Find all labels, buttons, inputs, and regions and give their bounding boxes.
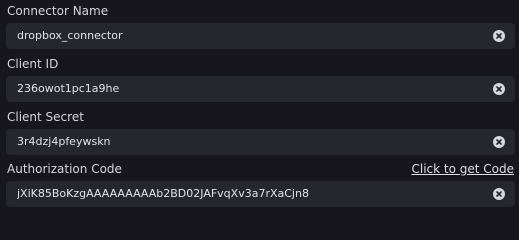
get-code-link[interactable]: Click to get Code bbox=[411, 162, 514, 176]
client-id-field[interactable]: 236owot1pc1a9he bbox=[6, 76, 515, 102]
clear-icon[interactable] bbox=[493, 188, 505, 200]
connector-name-field[interactable]: dropbox_connector bbox=[6, 23, 515, 49]
authorization-code-value: jXiK85BoKzgAAAAAAAAAb2BD02JAFvqXv3a7rXaC… bbox=[17, 187, 309, 200]
authorization-code-label: Authorization Code bbox=[7, 162, 122, 176]
client-secret-value: 3r4dzj4pfeywskn bbox=[17, 135, 111, 148]
clear-icon[interactable] bbox=[493, 136, 505, 148]
client-id-value: 236owot1pc1a9he bbox=[17, 82, 120, 95]
clear-icon[interactable] bbox=[493, 30, 505, 42]
connector-name-value: dropbox_connector bbox=[17, 29, 123, 42]
clear-icon[interactable] bbox=[493, 83, 505, 95]
client-secret-label: Client Secret bbox=[7, 110, 84, 124]
client-secret-field[interactable]: 3r4dzj4pfeywskn bbox=[6, 129, 515, 155]
connector-name-label: Connector Name bbox=[7, 4, 109, 18]
authorization-code-field[interactable]: jXiK85BoKzgAAAAAAAAAb2BD02JAFvqXv3a7rXaC… bbox=[6, 181, 515, 207]
client-id-label: Client ID bbox=[7, 57, 59, 71]
